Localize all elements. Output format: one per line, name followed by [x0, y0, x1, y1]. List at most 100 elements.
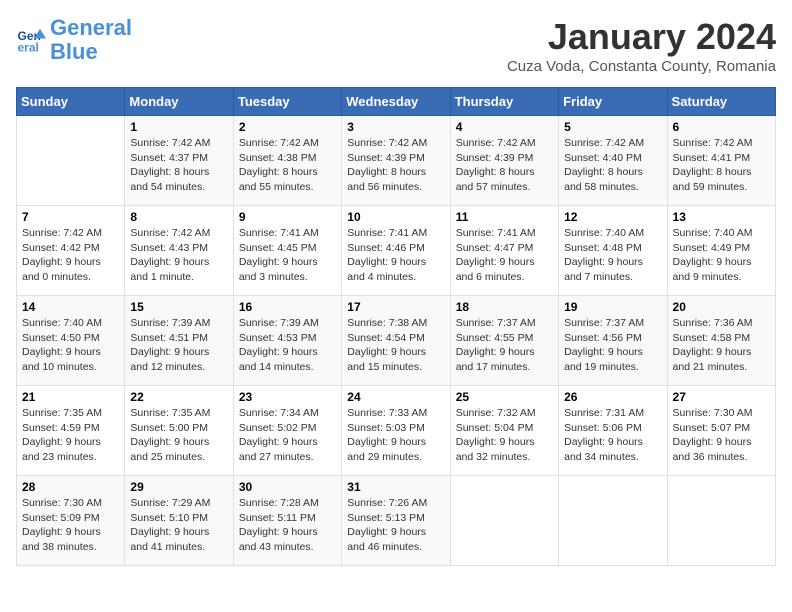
calendar-cell: 18 Sunrise: 7:37 AMSunset: 4:55 PMDaylig…	[450, 296, 558, 386]
header-friday: Friday	[559, 88, 667, 116]
day-number: 4	[456, 120, 553, 134]
week-row-3: 14 Sunrise: 7:40 AMSunset: 4:50 PMDaylig…	[17, 296, 776, 386]
calendar-cell: 4 Sunrise: 7:42 AMSunset: 4:39 PMDayligh…	[450, 116, 558, 206]
cell-info: Sunrise: 7:40 AMSunset: 4:48 PMDaylight:…	[564, 226, 661, 285]
cell-info: Sunrise: 7:42 AMSunset: 4:41 PMDaylight:…	[673, 136, 770, 195]
day-number: 6	[673, 120, 770, 134]
cell-info: Sunrise: 7:37 AMSunset: 4:55 PMDaylight:…	[456, 316, 553, 375]
cell-info: Sunrise: 7:39 AMSunset: 4:53 PMDaylight:…	[239, 316, 336, 375]
week-row-2: 7 Sunrise: 7:42 AMSunset: 4:42 PMDayligh…	[17, 206, 776, 296]
week-row-4: 21 Sunrise: 7:35 AMSunset: 4:59 PMDaylig…	[17, 386, 776, 476]
cell-info: Sunrise: 7:41 AMSunset: 4:47 PMDaylight:…	[456, 226, 553, 285]
calendar-cell: 3 Sunrise: 7:42 AMSunset: 4:39 PMDayligh…	[342, 116, 450, 206]
calendar-cell: 9 Sunrise: 7:41 AMSunset: 4:45 PMDayligh…	[233, 206, 341, 296]
calendar-cell: 7 Sunrise: 7:42 AMSunset: 4:42 PMDayligh…	[17, 206, 125, 296]
day-number: 25	[456, 390, 553, 404]
day-number: 18	[456, 300, 553, 314]
day-number: 2	[239, 120, 336, 134]
calendar-cell: 6 Sunrise: 7:42 AMSunset: 4:41 PMDayligh…	[667, 116, 775, 206]
calendar-cell: 2 Sunrise: 7:42 AMSunset: 4:38 PMDayligh…	[233, 116, 341, 206]
header-thursday: Thursday	[450, 88, 558, 116]
calendar-table: SundayMondayTuesdayWednesdayThursdayFrid…	[16, 87, 776, 566]
calendar-header-row: SundayMondayTuesdayWednesdayThursdayFrid…	[17, 88, 776, 116]
cell-info: Sunrise: 7:28 AMSunset: 5:11 PMDaylight:…	[239, 496, 336, 555]
cell-info: Sunrise: 7:31 AMSunset: 5:06 PMDaylight:…	[564, 406, 661, 465]
calendar-cell: 16 Sunrise: 7:39 AMSunset: 4:53 PMDaylig…	[233, 296, 341, 386]
calendar-cell: 26 Sunrise: 7:31 AMSunset: 5:06 PMDaylig…	[559, 386, 667, 476]
calendar-cell: 10 Sunrise: 7:41 AMSunset: 4:46 PMDaylig…	[342, 206, 450, 296]
logo-text: General Blue	[50, 16, 132, 64]
day-number: 21	[22, 390, 119, 404]
day-number: 12	[564, 210, 661, 224]
cell-info: Sunrise: 7:39 AMSunset: 4:51 PMDaylight:…	[130, 316, 227, 375]
cell-info: Sunrise: 7:35 AMSunset: 5:00 PMDaylight:…	[130, 406, 227, 465]
day-number: 7	[22, 210, 119, 224]
cell-info: Sunrise: 7:42 AMSunset: 4:42 PMDaylight:…	[22, 226, 119, 285]
day-number: 10	[347, 210, 444, 224]
cell-info: Sunrise: 7:42 AMSunset: 4:38 PMDaylight:…	[239, 136, 336, 195]
cell-info: Sunrise: 7:26 AMSunset: 5:13 PMDaylight:…	[347, 496, 444, 555]
calendar-cell: 1 Sunrise: 7:42 AMSunset: 4:37 PMDayligh…	[125, 116, 233, 206]
day-number: 20	[673, 300, 770, 314]
cell-info: Sunrise: 7:41 AMSunset: 4:46 PMDaylight:…	[347, 226, 444, 285]
calendar-cell: 24 Sunrise: 7:33 AMSunset: 5:03 PMDaylig…	[342, 386, 450, 476]
day-number: 31	[347, 480, 444, 494]
cell-info: Sunrise: 7:33 AMSunset: 5:03 PMDaylight:…	[347, 406, 444, 465]
calendar-cell: 31 Sunrise: 7:26 AMSunset: 5:13 PMDaylig…	[342, 476, 450, 566]
day-number: 9	[239, 210, 336, 224]
page-header: Gen eral General Blue January 2024 Cuza …	[16, 16, 776, 75]
calendar-cell: 27 Sunrise: 7:30 AMSunset: 5:07 PMDaylig…	[667, 386, 775, 476]
day-number: 13	[673, 210, 770, 224]
calendar-cell: 22 Sunrise: 7:35 AMSunset: 5:00 PMDaylig…	[125, 386, 233, 476]
calendar-cell	[17, 116, 125, 206]
day-number: 17	[347, 300, 444, 314]
logo: Gen eral General Blue	[16, 16, 132, 64]
cell-info: Sunrise: 7:42 AMSunset: 4:37 PMDaylight:…	[130, 136, 227, 195]
calendar-cell: 28 Sunrise: 7:30 AMSunset: 5:09 PMDaylig…	[17, 476, 125, 566]
cell-info: Sunrise: 7:42 AMSunset: 4:40 PMDaylight:…	[564, 136, 661, 195]
main-title: January 2024	[507, 16, 776, 58]
calendar-cell: 19 Sunrise: 7:37 AMSunset: 4:56 PMDaylig…	[559, 296, 667, 386]
cell-info: Sunrise: 7:30 AMSunset: 5:09 PMDaylight:…	[22, 496, 119, 555]
calendar-cell	[667, 476, 775, 566]
title-area: January 2024 Cuza Voda, Constanta County…	[507, 16, 776, 75]
cell-info: Sunrise: 7:40 AMSunset: 4:49 PMDaylight:…	[673, 226, 770, 285]
calendar-cell: 11 Sunrise: 7:41 AMSunset: 4:47 PMDaylig…	[450, 206, 558, 296]
day-number: 24	[347, 390, 444, 404]
day-number: 27	[673, 390, 770, 404]
day-number: 1	[130, 120, 227, 134]
day-number: 22	[130, 390, 227, 404]
day-number: 26	[564, 390, 661, 404]
cell-info: Sunrise: 7:37 AMSunset: 4:56 PMDaylight:…	[564, 316, 661, 375]
day-number: 29	[130, 480, 227, 494]
cell-info: Sunrise: 7:41 AMSunset: 4:45 PMDaylight:…	[239, 226, 336, 285]
day-number: 28	[22, 480, 119, 494]
cell-info: Sunrise: 7:34 AMSunset: 5:02 PMDaylight:…	[239, 406, 336, 465]
calendar-cell: 23 Sunrise: 7:34 AMSunset: 5:02 PMDaylig…	[233, 386, 341, 476]
calendar-cell: 20 Sunrise: 7:36 AMSunset: 4:58 PMDaylig…	[667, 296, 775, 386]
cell-info: Sunrise: 7:29 AMSunset: 5:10 PMDaylight:…	[130, 496, 227, 555]
calendar-cell	[450, 476, 558, 566]
day-number: 8	[130, 210, 227, 224]
day-number: 3	[347, 120, 444, 134]
calendar-cell: 14 Sunrise: 7:40 AMSunset: 4:50 PMDaylig…	[17, 296, 125, 386]
day-number: 5	[564, 120, 661, 134]
calendar-cell: 8 Sunrise: 7:42 AMSunset: 4:43 PMDayligh…	[125, 206, 233, 296]
cell-info: Sunrise: 7:36 AMSunset: 4:58 PMDaylight:…	[673, 316, 770, 375]
calendar-cell: 29 Sunrise: 7:29 AMSunset: 5:10 PMDaylig…	[125, 476, 233, 566]
logo-line1: General	[50, 15, 132, 40]
calendar-cell: 15 Sunrise: 7:39 AMSunset: 4:51 PMDaylig…	[125, 296, 233, 386]
cell-info: Sunrise: 7:42 AMSunset: 4:39 PMDaylight:…	[347, 136, 444, 195]
calendar-cell: 5 Sunrise: 7:42 AMSunset: 4:40 PMDayligh…	[559, 116, 667, 206]
cell-info: Sunrise: 7:40 AMSunset: 4:50 PMDaylight:…	[22, 316, 119, 375]
header-tuesday: Tuesday	[233, 88, 341, 116]
day-number: 23	[239, 390, 336, 404]
week-row-1: 1 Sunrise: 7:42 AMSunset: 4:37 PMDayligh…	[17, 116, 776, 206]
header-sunday: Sunday	[17, 88, 125, 116]
cell-info: Sunrise: 7:42 AMSunset: 4:39 PMDaylight:…	[456, 136, 553, 195]
calendar-cell: 13 Sunrise: 7:40 AMSunset: 4:49 PMDaylig…	[667, 206, 775, 296]
svg-text:eral: eral	[18, 40, 39, 54]
header-saturday: Saturday	[667, 88, 775, 116]
header-wednesday: Wednesday	[342, 88, 450, 116]
logo-icon: Gen eral	[16, 25, 46, 55]
